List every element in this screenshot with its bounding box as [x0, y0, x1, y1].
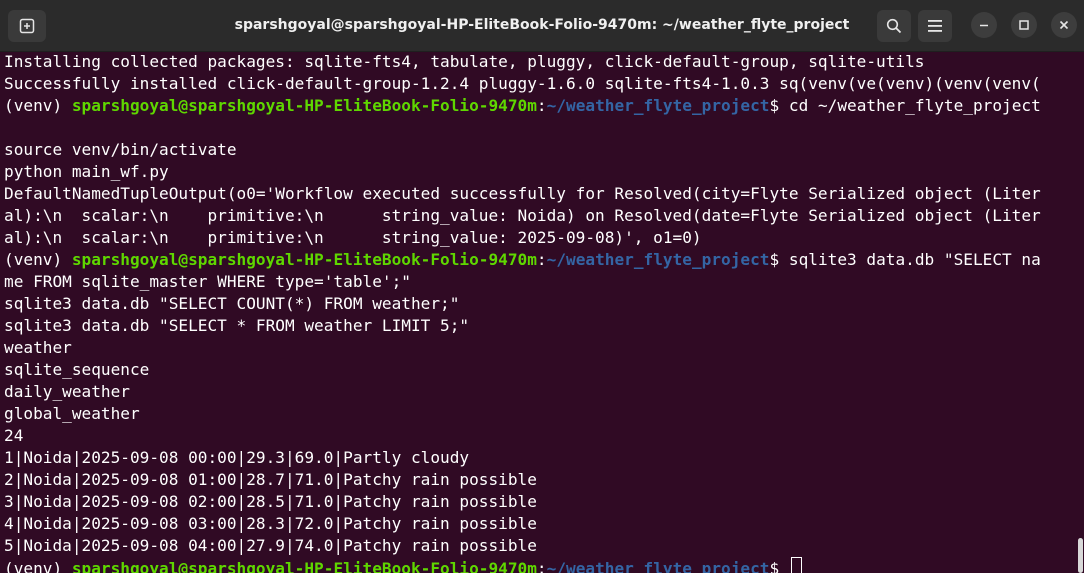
prompt-user-host: sparshgoyal@sparshgoyal-HP-EliteBook-Fol…: [71, 250, 537, 269]
prompt-colon: :: [536, 96, 547, 115]
terminal-line: sqlite3 data.db "SELECT COUNT(*) FROM we…: [4, 294, 460, 313]
terminal-line: 24: [4, 426, 24, 445]
terminal-line: python main_wf.py: [4, 162, 169, 181]
prompt-path: ~/weather_flyte_project: [546, 96, 770, 115]
maximize-button[interactable]: [1011, 12, 1037, 38]
prompt-colon: :: [536, 250, 547, 269]
terminal-line: al):\n scalar:\n primitive:\n string_val…: [4, 206, 1041, 225]
command-text: cd ~/weather_flyte_project: [788, 96, 1041, 115]
prompt-colon: :: [536, 559, 547, 573]
hamburger-menu-icon: [928, 20, 942, 32]
prompt-line: (venv) sparshgoyal@sparshgoyal-HP-EliteB…: [4, 557, 1076, 573]
prompt-venv: (venv): [4, 559, 72, 573]
terminal-line: sqlite_sequence: [4, 360, 150, 379]
prompt-user-host: sparshgoyal@sparshgoyal-HP-EliteBook-Fol…: [71, 96, 537, 115]
terminal-output[interactable]: Installing collected packages: sqlite-ft…: [4, 51, 1076, 573]
maximize-icon: [1019, 20, 1029, 30]
prompt-path: ~/weather_flyte_project: [546, 250, 770, 269]
menu-button[interactable]: [918, 10, 952, 42]
command-text: sqlite3 data.db "SELECT na: [788, 250, 1041, 269]
prompt-venv: (venv): [4, 96, 72, 115]
prompt-dollar: $: [769, 250, 789, 269]
prompt-venv: (venv): [4, 250, 72, 269]
minimize-icon: [980, 24, 988, 27]
terminal-line: 1|Noida|2025-09-08 00:00|29.3|69.0|Partl…: [4, 448, 470, 467]
terminal-line: DefaultNamedTupleOutput(o0='Workflow exe…: [4, 184, 1041, 203]
text-cursor: [790, 557, 802, 573]
terminal-line: weather: [4, 338, 72, 357]
terminal-line: 4|Noida|2025-09-08 03:00|28.3|72.0|Patch…: [4, 514, 537, 533]
prompt-user-host: sparshgoyal@sparshgoyal-HP-EliteBook-Fol…: [71, 559, 537, 573]
minimize-button[interactable]: [971, 12, 997, 38]
title-bar: sparshgoyal@sparshgoyal-HP-EliteBook-Fol…: [0, 0, 1084, 52]
prompt-path: ~/weather_flyte_project: [546, 559, 770, 573]
prompt-line: (venv) sparshgoyal@sparshgoyal-HP-EliteB…: [4, 249, 1076, 271]
close-button[interactable]: [1051, 12, 1077, 38]
terminal-line: 3|Noida|2025-09-08 02:00|28.5|71.0|Patch…: [4, 492, 537, 511]
terminal-line: sqlite3 data.db "SELECT * FROM weather L…: [4, 316, 470, 335]
terminal-line: 2|Noida|2025-09-08 01:00|28.7|71.0|Patch…: [4, 470, 537, 489]
terminal-line: source venv/bin/activate: [4, 140, 237, 159]
scrollbar-thumb[interactable]: [1078, 538, 1083, 573]
terminal-line: daily_weather: [4, 382, 130, 401]
new-tab-button[interactable]: [8, 10, 46, 42]
prompt-line: (venv) sparshgoyal@sparshgoyal-HP-EliteB…: [4, 95, 1076, 117]
terminal-line: global_weather: [4, 404, 140, 423]
terminal-line: me FROM sqlite_master WHERE type='table'…: [4, 272, 411, 291]
terminal-line: al):\n scalar:\n primitive:\n string_val…: [4, 228, 702, 247]
search-button[interactable]: [877, 10, 911, 42]
terminal-line: 5|Noida|2025-09-08 04:00|27.9|74.0|Patch…: [4, 536, 537, 555]
prompt-dollar: $: [769, 559, 789, 573]
search-icon: [886, 18, 902, 34]
prompt-dollar: $: [769, 96, 789, 115]
new-tab-icon: [19, 18, 35, 34]
close-icon: [1059, 20, 1069, 30]
terminal-line: Installing collected packages: sqlite-ft…: [4, 52, 925, 71]
terminal-line: Successfully installed click-default-gro…: [4, 74, 1041, 93]
